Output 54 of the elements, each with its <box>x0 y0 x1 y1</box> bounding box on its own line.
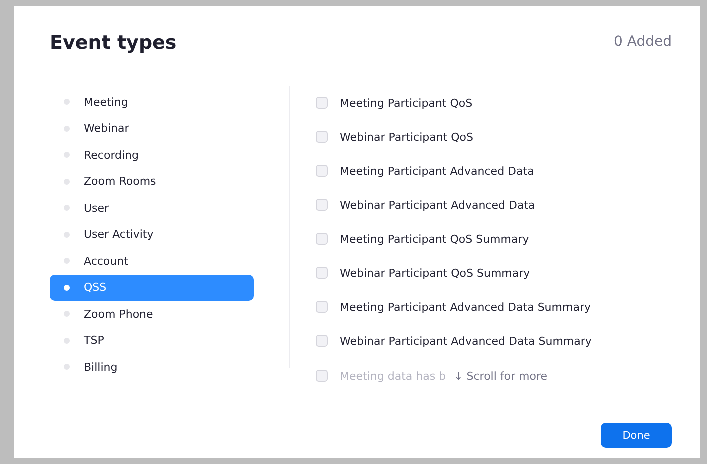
dot-icon <box>64 232 70 238</box>
dot-icon <box>64 284 70 291</box>
checkbox[interactable] <box>316 335 328 347</box>
category-label: Meeting <box>84 96 128 109</box>
category-item[interactable]: Billing <box>50 354 254 380</box>
checkbox[interactable] <box>316 97 328 109</box>
checkbox[interactable] <box>316 131 328 143</box>
category-item[interactable]: Webinar <box>50 116 254 142</box>
category-label: User Activity <box>84 228 154 242</box>
category-label: Billing <box>84 360 118 374</box>
category-label: QSS <box>84 281 107 294</box>
category-item[interactable]: Zoom Phone <box>50 301 254 328</box>
checkbox[interactable] <box>316 165 328 177</box>
category-label: TSP <box>84 334 104 348</box>
dot-icon <box>64 338 70 344</box>
scroll-hint: ↓ Scroll for more <box>454 370 548 382</box>
category-item[interactable]: Account <box>50 248 254 274</box>
dot-icon <box>64 258 70 264</box>
category-item[interactable]: Recording <box>50 142 254 168</box>
checkbox[interactable] <box>316 370 328 382</box>
event-label: Webinar Participant QoS <box>340 130 474 144</box>
category-item[interactable]: TSP <box>50 328 254 354</box>
event-label: Webinar Participant Advanced Data Summary <box>340 334 592 348</box>
added-count: 0 Added <box>614 34 672 50</box>
category-label: User <box>84 202 110 215</box>
dot-icon <box>64 152 70 158</box>
event-label: Meeting data has b <box>340 370 446 382</box>
dot-icon <box>64 126 70 132</box>
dot-icon <box>64 205 70 212</box>
category-label: Zoom Rooms <box>84 175 156 188</box>
checkbox[interactable] <box>316 233 328 245</box>
dot-icon <box>64 364 70 370</box>
checkbox[interactable] <box>316 267 328 279</box>
category-label: Zoom Phone <box>84 308 154 321</box>
category-label: Account <box>84 254 128 268</box>
event-label: Meeting Participant QoS Summary <box>340 232 530 246</box>
done-button[interactable]: Done <box>601 423 672 448</box>
category-item[interactable]: Meeting <box>50 89 254 116</box>
dialog-title: Event types <box>50 32 177 54</box>
checkbox[interactable] <box>316 301 328 313</box>
category-item[interactable]: User Activity <box>50 222 254 248</box>
category-label: Webinar <box>84 122 130 136</box>
dot-icon <box>64 178 70 185</box>
checkbox[interactable] <box>316 199 328 211</box>
event-label: Meeting Participant QoS <box>340 96 473 110</box>
event-label: Meeting Participant Advanced Data <box>340 164 534 178</box>
event-label: Meeting Participant Advanced Data Summary <box>340 300 591 314</box>
category-item[interactable]: Zoom Rooms <box>50 168 254 195</box>
dot-icon <box>64 311 70 318</box>
event-label: Webinar Participant QoS Summary <box>340 266 530 280</box>
dot-icon <box>64 99 70 106</box>
category-label: Recording <box>84 148 140 162</box>
category-item[interactable]: User <box>50 195 254 222</box>
event-label: Webinar Participant Advanced Data <box>340 198 536 212</box>
